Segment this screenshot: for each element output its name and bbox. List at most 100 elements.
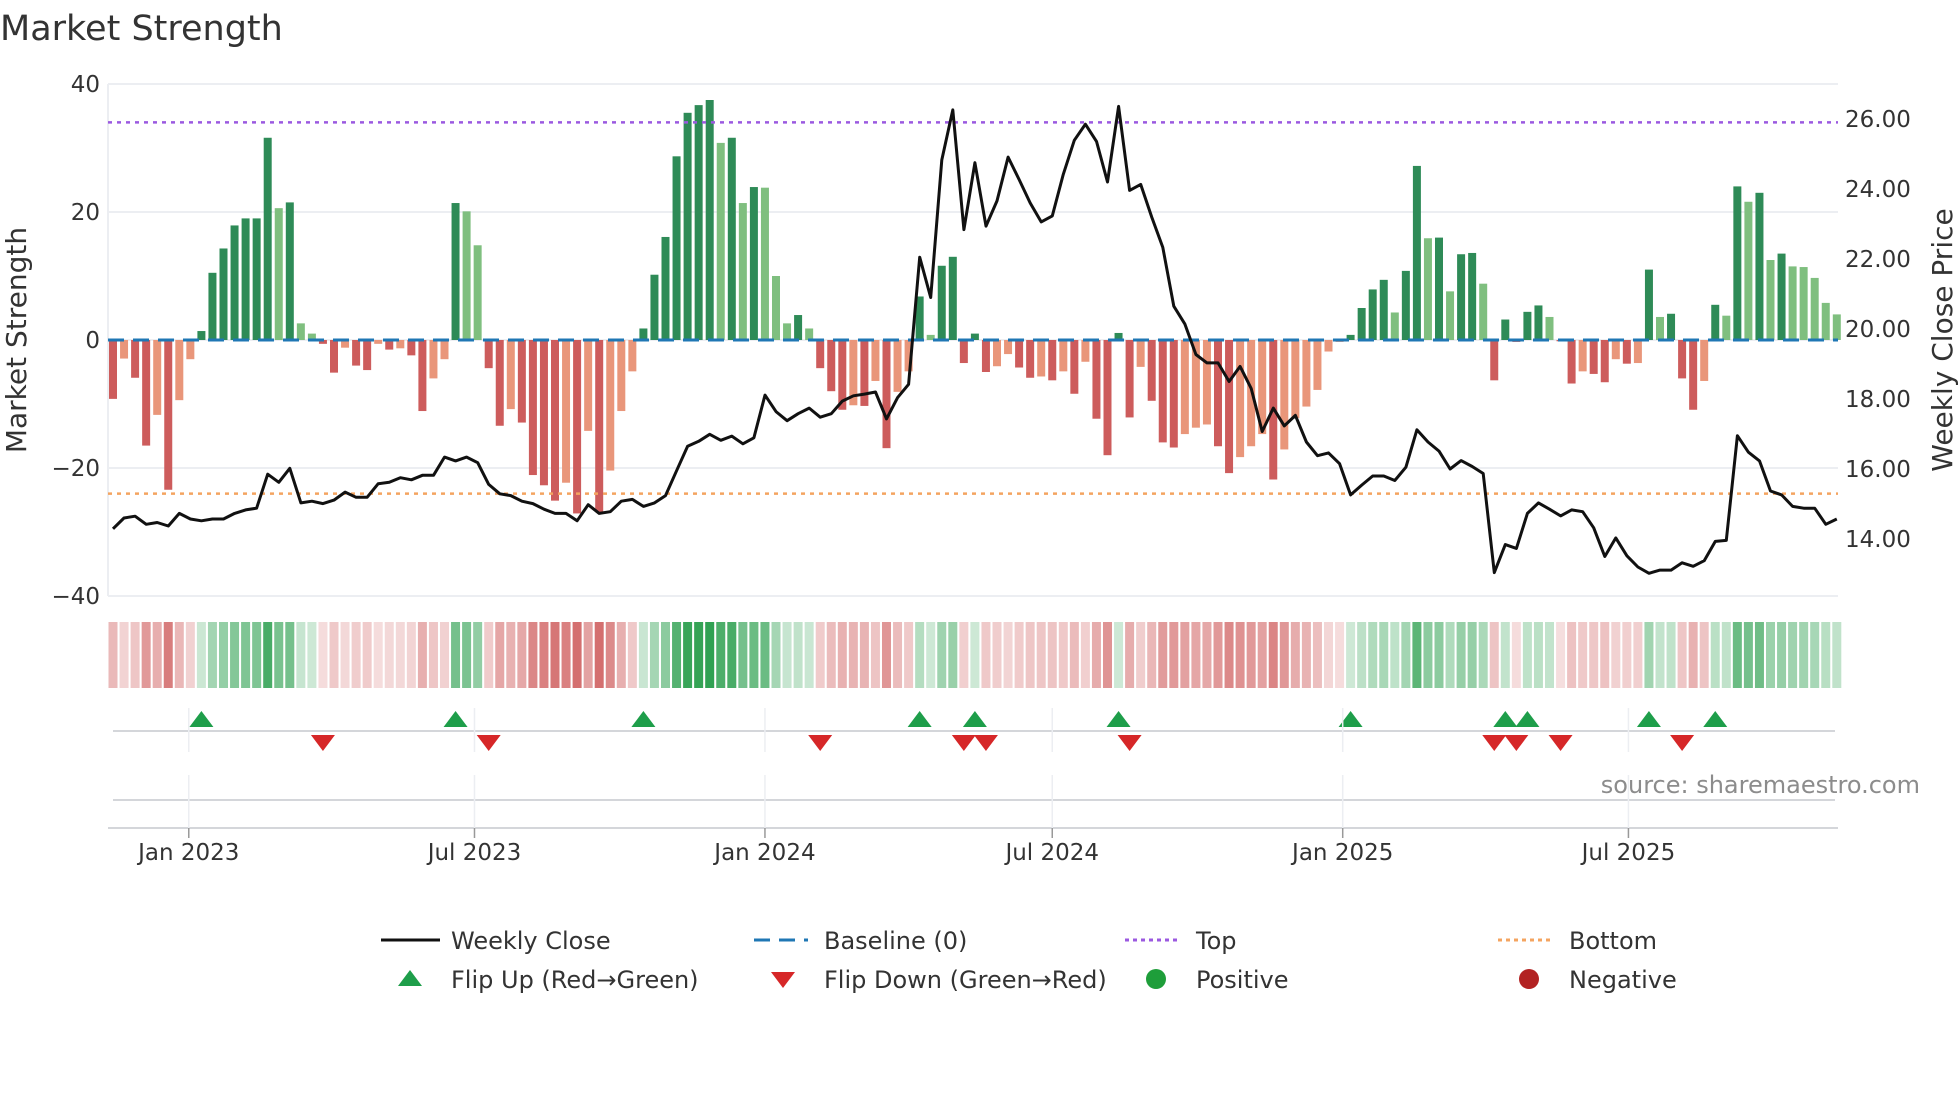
heat-cell bbox=[1080, 622, 1090, 688]
heat-cell bbox=[1412, 622, 1422, 688]
strength-bar bbox=[1291, 340, 1300, 419]
strength-bar bbox=[1059, 340, 1068, 372]
heat-cell bbox=[1677, 622, 1687, 688]
flip-down-icon bbox=[476, 735, 501, 751]
heat-cell bbox=[826, 622, 836, 688]
heat-cell bbox=[1688, 622, 1698, 688]
strength-bar bbox=[1423, 238, 1432, 340]
heat-cell bbox=[163, 622, 173, 688]
heat-cell bbox=[285, 622, 295, 688]
heat-cell bbox=[395, 622, 405, 688]
heat-cell bbox=[1522, 622, 1532, 688]
flip-up-icon bbox=[398, 970, 422, 986]
strength-bar bbox=[1667, 313, 1676, 340]
heat-cell bbox=[1025, 622, 1035, 688]
heat-cell bbox=[1567, 622, 1577, 688]
heat-cell bbox=[638, 622, 648, 688]
flip-down-icon bbox=[310, 735, 335, 751]
strength-bar bbox=[528, 340, 537, 476]
heat-cell bbox=[1235, 622, 1245, 688]
heat-cell bbox=[406, 622, 416, 688]
heat-cell bbox=[1556, 622, 1566, 688]
flip-up-icon bbox=[1515, 711, 1540, 727]
flip-up-icon bbox=[189, 711, 214, 727]
strength-bar bbox=[208, 272, 217, 340]
strength-bar bbox=[296, 323, 305, 340]
heat-cell bbox=[384, 622, 394, 688]
strength-bar bbox=[1567, 340, 1576, 384]
heat-cell bbox=[119, 622, 129, 688]
heat-cell bbox=[230, 622, 240, 688]
heat-cell bbox=[594, 622, 604, 688]
heat-cell bbox=[1357, 622, 1367, 688]
heat-cell bbox=[185, 622, 195, 688]
strength-bar bbox=[1545, 316, 1554, 340]
strength-bar bbox=[738, 203, 747, 340]
strength-bar bbox=[551, 340, 559, 501]
flip-up-icon bbox=[1703, 711, 1728, 727]
heat-cell bbox=[473, 622, 483, 688]
strength-bar bbox=[1678, 340, 1687, 379]
heat-cell bbox=[528, 622, 538, 688]
strength-bar bbox=[937, 265, 946, 340]
heat-cell bbox=[583, 622, 593, 688]
legend-baseline: Baseline (0) bbox=[824, 927, 967, 955]
heat-cell bbox=[705, 622, 715, 688]
strength-bar bbox=[495, 340, 504, 426]
strength-bar bbox=[153, 340, 162, 415]
heat-cell bbox=[362, 622, 372, 688]
strength-bar bbox=[1180, 340, 1189, 435]
heat-cell bbox=[1147, 622, 1157, 688]
strength-bar bbox=[1788, 266, 1797, 340]
heat-cell bbox=[451, 622, 461, 688]
strength-bar bbox=[1302, 340, 1311, 407]
heat-cell bbox=[848, 622, 858, 688]
strength-bar bbox=[407, 340, 416, 356]
strength-bar bbox=[1368, 289, 1377, 340]
heat-cell bbox=[1445, 622, 1455, 688]
heat-cell bbox=[1213, 622, 1223, 688]
strength-bar bbox=[285, 202, 294, 340]
heat-cell bbox=[738, 622, 748, 688]
heat-cell bbox=[1600, 622, 1610, 688]
flip-down-icon bbox=[951, 735, 976, 751]
y-tick-label: 0 bbox=[85, 328, 100, 354]
heat-cell bbox=[1434, 622, 1444, 688]
strength-bar bbox=[1700, 340, 1709, 381]
strength-bar bbox=[1136, 340, 1145, 367]
strength-bar bbox=[1468, 252, 1477, 340]
strength-bar bbox=[993, 340, 1001, 367]
strength-bar bbox=[683, 112, 692, 340]
heat-cell bbox=[561, 622, 571, 688]
strength-bar bbox=[241, 218, 250, 340]
heat-cell bbox=[1699, 622, 1709, 688]
strength-bar bbox=[274, 208, 283, 340]
chart-title: Market Strength bbox=[0, 9, 283, 49]
strength-bar bbox=[606, 340, 615, 471]
strength-bar bbox=[772, 276, 780, 340]
heat-cell bbox=[340, 622, 350, 688]
strength-bar bbox=[1755, 192, 1764, 340]
strength-bar bbox=[893, 340, 902, 392]
strength-bar bbox=[1446, 291, 1455, 340]
strength-bar bbox=[1611, 340, 1620, 360]
strength-bar bbox=[175, 340, 184, 401]
heat-cell bbox=[1324, 622, 1333, 688]
legend: Weekly Close Baseline (0) Top Bottom Fli… bbox=[381, 927, 1677, 994]
heat-cell bbox=[1710, 622, 1720, 688]
heat-cell bbox=[1346, 622, 1356, 688]
heat-cell bbox=[627, 622, 637, 688]
heat-cell bbox=[815, 622, 825, 688]
strength-bar bbox=[1004, 340, 1013, 355]
strength-bar bbox=[694, 105, 703, 341]
strength-bar bbox=[1280, 340, 1289, 450]
strength-bar bbox=[1435, 237, 1443, 340]
strength-bar bbox=[1501, 319, 1510, 340]
y-tick-label: 40 bbox=[71, 72, 100, 98]
strength-bar bbox=[661, 236, 670, 340]
flip-up-icon bbox=[443, 711, 468, 727]
heat-cell bbox=[837, 622, 847, 688]
strength-bar bbox=[1214, 340, 1222, 447]
strength-bar bbox=[1744, 201, 1753, 340]
heat-cell bbox=[1644, 622, 1654, 688]
